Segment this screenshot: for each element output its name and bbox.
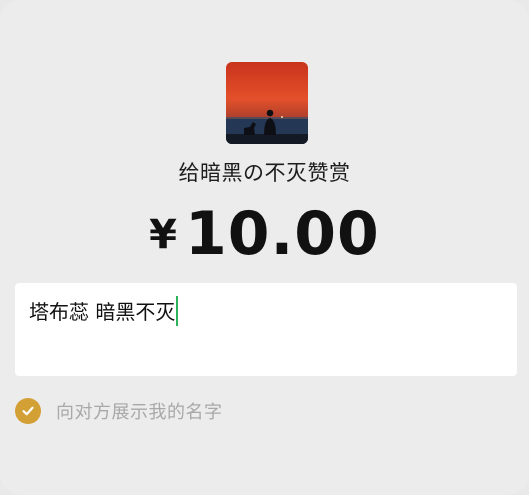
text-caret (176, 296, 179, 326)
show-name-label: 向对方展示我的名字 (56, 402, 223, 423)
recipient-avatar (226, 62, 308, 144)
currency-symbol: ¥ (149, 212, 178, 258)
reward-dialog: 给暗黑の不灭赞赏 ¥10.00 塔布蕊 暗黑不灭 向对方展示我的名字 (0, 0, 529, 495)
amount-value: 10.00 (185, 199, 380, 269)
message-text: 塔布蕊 暗黑不灭 (29, 300, 176, 324)
message-input[interactable]: 塔布蕊 暗黑不灭 (15, 283, 517, 376)
checkmark-icon[interactable] (15, 398, 41, 424)
show-name-option[interactable]: 向对方展示我的名字 (15, 397, 223, 425)
reward-amount: ¥10.00 (0, 202, 529, 281)
recipient-title: 给暗黑の不灭赞赏 (178, 161, 351, 185)
